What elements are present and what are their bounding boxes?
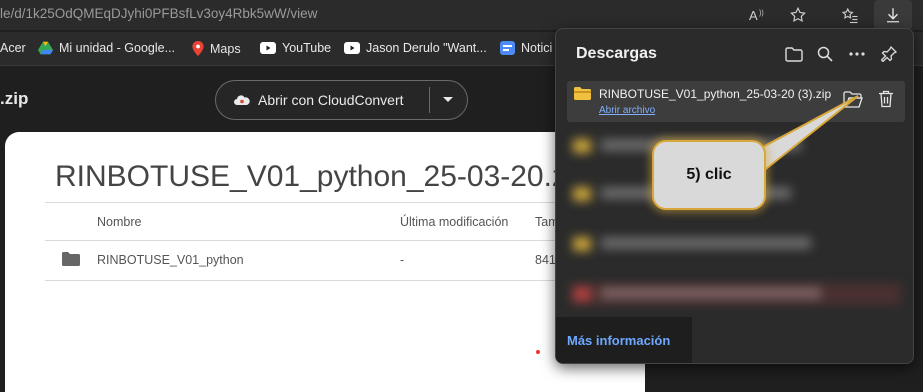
bookmark-label: Mi unidad - Google... [59, 41, 176, 55]
bookmark-maps[interactable]: Maps [192, 41, 241, 56]
download-filename: RINBOTUSE_V01_python_25-03-20 (3).zip [599, 87, 832, 101]
open-file-link[interactable]: Abrir archivo [599, 105, 655, 116]
bookmark-label: Maps [210, 41, 241, 56]
url-text[interactable]: le/d/1k25OdQMEqDJyhi0PFBsfLv3oy4Rbk5wW/v… [0, 6, 317, 21]
blurred-download-row [567, 229, 905, 259]
download-item[interactable]: RINBOTUSE_V01_python_25-03-20 (3).zip Ab… [567, 81, 905, 122]
maps-pin-icon [192, 41, 204, 56]
bookmark-label: Jason Derulo "Want... [366, 41, 487, 55]
file-name: .zip [0, 89, 29, 108]
search-icon[interactable] [814, 43, 836, 65]
more-options-icon[interactable] [846, 43, 868, 65]
zip-contents-card: RINBOTUSE_V01_python_25-03-20.z Nombre Ú… [5, 132, 645, 392]
bookmark-label: Acer [0, 41, 26, 55]
loading-dot [536, 350, 540, 354]
panel-title: Descargas [576, 45, 657, 62]
news-icon [500, 41, 515, 55]
instruction-callout: 5) clic [652, 140, 766, 210]
archive-title: RINBOTUSE_V01_python_25-03-20.z [55, 160, 567, 193]
open-with-cloudconvert-button[interactable]: Abrir con CloudConvert [215, 80, 468, 120]
open-with-label: Abrir con CloudConvert [258, 92, 404, 108]
open-downloads-folder-icon[interactable] [783, 43, 805, 65]
favorites-list-icon[interactable] [838, 4, 862, 26]
download-icon [887, 8, 899, 23]
svg-text:)): )) [759, 10, 764, 17]
divider [429, 87, 430, 113]
bookmark-label: Notici [521, 41, 553, 55]
favorite-star-icon[interactable] [786, 4, 810, 26]
bookmark-label: YouTube [282, 41, 332, 55]
pin-icon[interactable] [878, 43, 900, 65]
blurred-download-row [567, 279, 905, 309]
address-bar: le/d/1k25OdQMEqDJyhi0PFBsfLv3oy4Rbk5wW/v… [0, 0, 923, 30]
read-aloud-icon[interactable]: A)) [746, 4, 770, 26]
row-size: 841 [535, 253, 556, 267]
folder-icon [62, 252, 80, 266]
column-header-name[interactable]: Nombre [97, 215, 141, 229]
svg-text:A: A [749, 8, 758, 23]
show-in-folder-icon[interactable] [843, 91, 863, 113]
row-modified: - [400, 253, 405, 267]
dropdown-caret-icon [443, 97, 453, 102]
column-header-modified[interactable]: Última modificación [400, 215, 508, 229]
downloads-button[interactable] [874, 0, 912, 30]
bookmark-jason-derulo[interactable]: Jason Derulo "Want... [344, 41, 487, 55]
cloudconvert-icon [234, 95, 250, 105]
callout-text: 5) clic [686, 166, 732, 183]
youtube-icon [260, 42, 276, 54]
bookmark-noticias[interactable]: Notici [500, 41, 552, 55]
row-name: RINBOTUSE_V01_python [97, 253, 244, 267]
google-drive-icon [38, 41, 53, 55]
zip-folder-icon [574, 87, 591, 100]
bookmark-youtube[interactable]: YouTube [260, 41, 331, 55]
delete-trash-icon[interactable] [878, 90, 894, 113]
youtube-icon [344, 42, 360, 54]
bookmark-google-drive[interactable]: Mi unidad - Google... [38, 41, 175, 55]
more-info-link[interactable]: Más información [567, 333, 670, 348]
bookmark-acer[interactable]: Acer [0, 41, 26, 55]
